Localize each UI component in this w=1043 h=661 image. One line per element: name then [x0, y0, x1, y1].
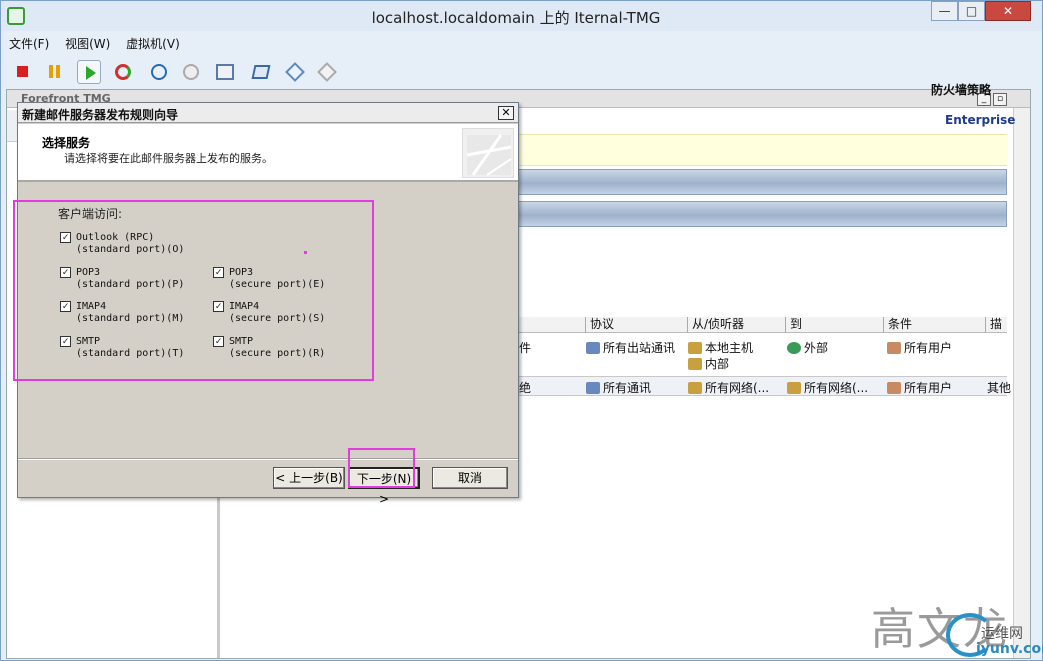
- firewall-policy-title: 防火墙策略: [931, 83, 992, 97]
- wizard-title: 新建邮件服务器发布规则向导: [22, 108, 179, 122]
- wizard-titlebar: 新建邮件服务器发布规则向导 ✕: [18, 103, 518, 123]
- row1-from-1[interactable]: 本地主机: [688, 339, 753, 356]
- menu-vm[interactable]: 虚拟机(V): [126, 35, 180, 52]
- highlight-dot: [304, 251, 307, 254]
- network-icon: [688, 358, 702, 370]
- vm-toolbar: [9, 58, 349, 86]
- enterprise-label: Enterprise: [945, 113, 1016, 127]
- snapshot-icon[interactable]: [147, 60, 171, 84]
- cancel-button[interactable]: 取消: [432, 467, 508, 489]
- wizard-separator: [18, 458, 518, 460]
- close-button[interactable]: ✕: [985, 1, 1031, 21]
- window-title: localhost.localdomain 上的 Iternal-TMG: [371, 9, 661, 27]
- globe-icon: [787, 342, 801, 354]
- row2-from[interactable]: 所有网络(...: [688, 379, 769, 396]
- vertical-scrollbar[interactable]: [1013, 108, 1030, 658]
- users-icon: [887, 382, 901, 394]
- column-description[interactable]: 描述: [985, 317, 1007, 333]
- highlight-services-box: [13, 200, 374, 381]
- wizard-heading: 选择服务: [42, 136, 91, 150]
- watermark-site-name: 运维网: [981, 626, 1023, 642]
- revert-icon[interactable]: [179, 60, 203, 84]
- back-button[interactable]: < 上一步(B): [273, 467, 345, 489]
- vm-window: localhost.localdomain 上的 Iternal-TMG — □…: [0, 0, 1043, 661]
- menu-view[interactable]: 视图(W): [65, 35, 110, 52]
- send-keys-icon[interactable]: [249, 60, 273, 84]
- row2-protocol[interactable]: 所有通讯: [586, 379, 651, 396]
- users-icon: [887, 342, 901, 354]
- reset-icon[interactable]: [111, 60, 135, 84]
- row2-name[interactable]: 绝: [519, 379, 531, 396]
- row2-condition[interactable]: 所有用户: [887, 379, 952, 396]
- row2-description[interactable]: 其他: [987, 379, 1011, 396]
- stop-icon[interactable]: [11, 60, 35, 84]
- protocol-icon: [586, 342, 600, 354]
- wizard-header: 选择服务 请选择将要在此邮件服务器上发布的服务。: [18, 124, 518, 182]
- settings-icon[interactable]: [283, 60, 307, 84]
- maximize-button[interactable]: □: [958, 1, 985, 21]
- wizard-logo: [462, 128, 514, 178]
- tools-icon[interactable]: [315, 60, 339, 84]
- minimize-button[interactable]: —: [931, 1, 958, 21]
- info-bar: [513, 134, 1007, 166]
- manage-snapshots-icon[interactable]: [213, 60, 237, 84]
- column-to[interactable]: 到: [785, 317, 883, 333]
- row2-to[interactable]: 所有网络(...: [787, 379, 868, 396]
- menu-bar: 文件(F) 视图(W) 虚拟机(V): [9, 35, 192, 55]
- wizard-close-button[interactable]: ✕: [498, 106, 514, 120]
- policy-group-band-1: [513, 169, 1007, 195]
- row1-condition[interactable]: 所有用户: [887, 339, 952, 356]
- row1-name[interactable]: 件: [519, 339, 531, 356]
- wizard-logo-graphic: [466, 134, 512, 176]
- protocol-icon: [586, 382, 600, 394]
- watermark-url: iyunv.com: [976, 641, 1043, 657]
- network-icon: [787, 382, 801, 394]
- column-condition[interactable]: 条件: [883, 317, 985, 333]
- highlight-next-box: [348, 448, 415, 488]
- row1-to[interactable]: 外部: [787, 339, 828, 356]
- menu-file[interactable]: 文件(F): [9, 35, 49, 52]
- policy-grid-header: 协议 从/侦听器 到 条件 描述: [513, 317, 1007, 333]
- wizard-subheading: 请选择将要在此邮件服务器上发布的服务。: [64, 152, 273, 165]
- policy-group-band-2: [513, 201, 1007, 227]
- column-protocol[interactable]: 协议: [585, 317, 687, 333]
- network-icon: [688, 382, 702, 394]
- row1-from-2[interactable]: 内部: [688, 355, 729, 372]
- pause-icon[interactable]: [43, 60, 67, 84]
- tmg-restore-button[interactable]: ▫: [993, 93, 1007, 106]
- column-from[interactable]: 从/侦听器: [687, 317, 785, 333]
- play-icon[interactable]: [77, 60, 101, 84]
- row1-protocol[interactable]: 所有出站通讯: [586, 339, 675, 356]
- network-icon: [688, 342, 702, 354]
- window-titlebar: localhost.localdomain 上的 Iternal-TMG — □…: [1, 1, 1042, 31]
